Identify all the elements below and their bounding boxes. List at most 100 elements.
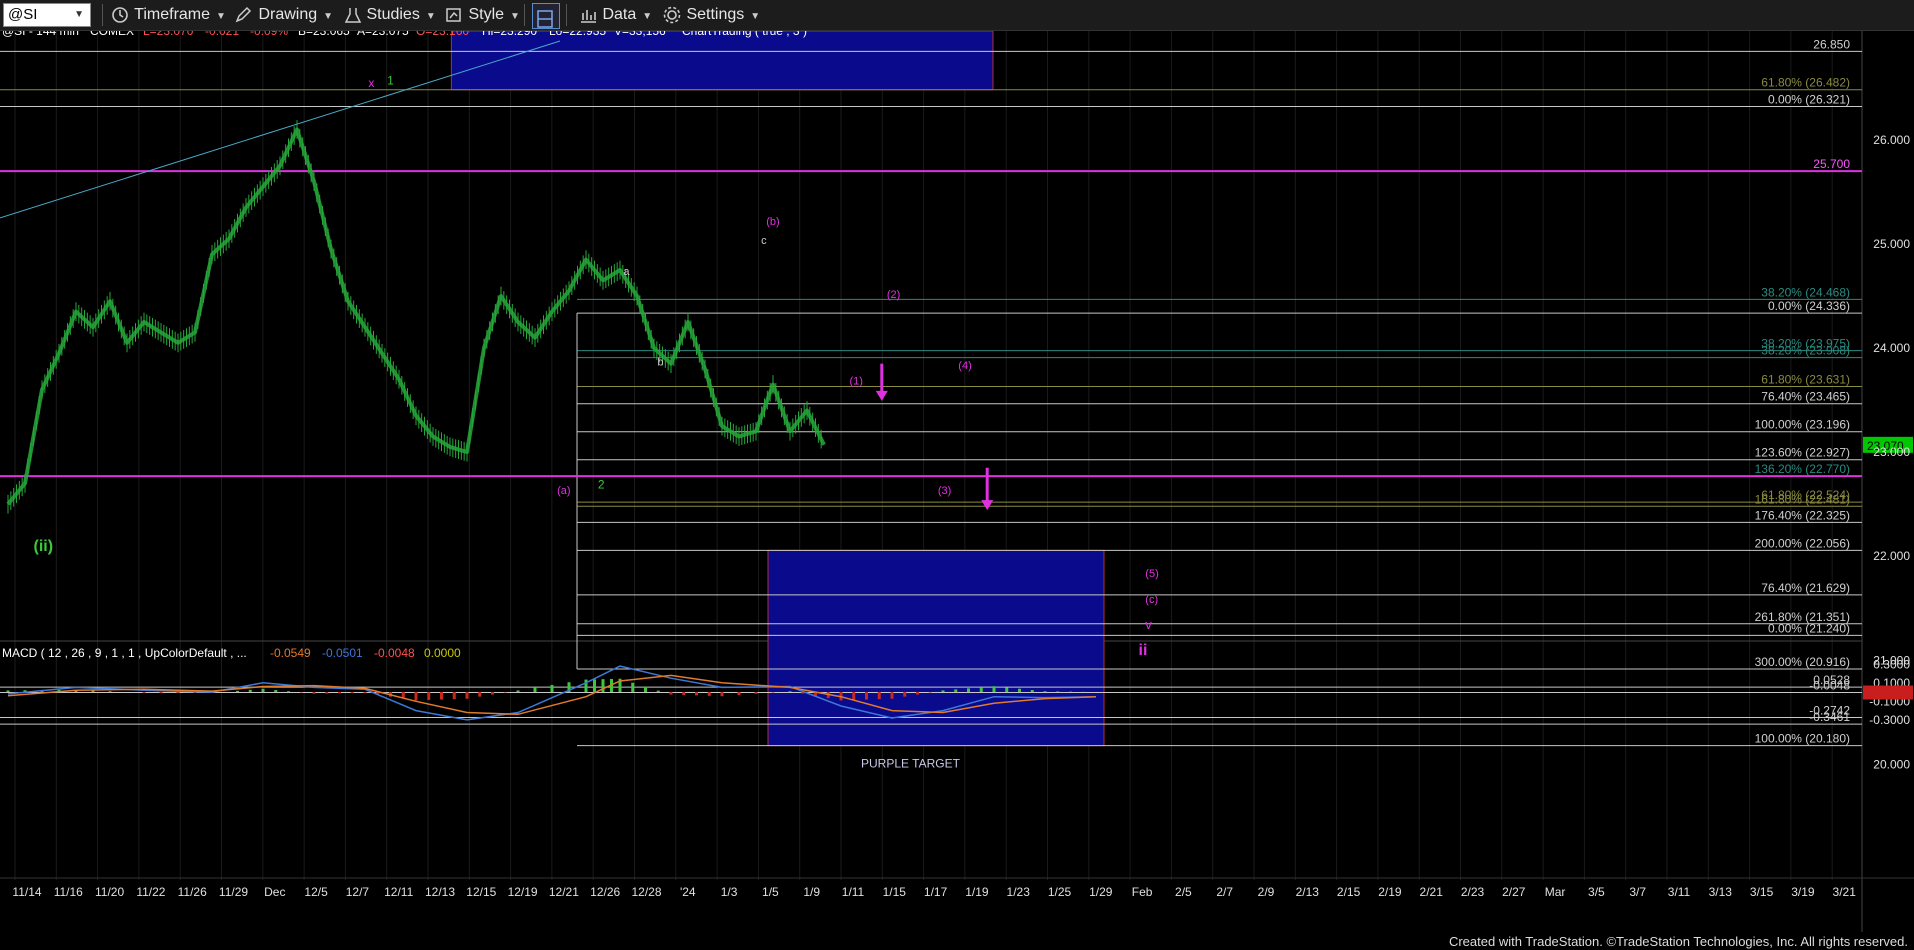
bar-chart-icon [581, 9, 596, 23]
date-tick-label: 1/23 [1007, 885, 1031, 899]
date-tick-label: 12/21 [549, 885, 579, 899]
wave-label: (4) [958, 360, 971, 372]
date-tick-label: 2/13 [1296, 885, 1320, 899]
date-tick-label: 2/21 [1420, 885, 1444, 899]
wave-label: (b) [766, 216, 779, 228]
price-tick-label: 24.000 [1873, 341, 1910, 355]
symbol-input[interactable]: @SI ▼ [3, 3, 91, 27]
date-tick-label: 3/5 [1588, 885, 1605, 899]
style-icon [446, 8, 461, 22]
date-tick-label: 3/19 [1791, 885, 1815, 899]
wave-label: ii [1139, 642, 1148, 659]
date-tick-label: Dec [264, 885, 285, 899]
date-tick-label: 11/16 [54, 885, 83, 899]
date-tick-label: 2/19 [1378, 885, 1402, 899]
wave-label: (2) [887, 289, 900, 301]
macd-value-tag [1863, 685, 1913, 700]
date-tick-label: 1/5 [762, 885, 779, 899]
date-tick-label: 3/13 [1709, 885, 1733, 899]
fib-level-label: 25.700 [1813, 157, 1850, 171]
target-label: PURPLE TARGET [861, 757, 961, 771]
copyright-text: Created with TradeStation. ©TradeStation… [1448, 934, 1908, 949]
date-tick-label: 11/22 [136, 885, 165, 899]
toolbar-divider [524, 4, 525, 26]
symbol-value: @SI [8, 6, 38, 23]
chevron-down-icon: ▼ [323, 11, 334, 22]
status-field: Lo=22.935 [549, 31, 606, 38]
data-label: Data [602, 6, 637, 23]
toolbar-divider [102, 4, 103, 26]
toolbar-divider [566, 4, 567, 26]
status-field: -0.09% [250, 31, 288, 38]
flask-icon [344, 7, 362, 23]
footer: Created with TradeStation. ©TradeStation… [0, 932, 1914, 950]
price-tick-label: 22.000 [1873, 549, 1910, 563]
fib-level-label: 176.40% (22.325) [1755, 508, 1850, 522]
wave-label: x [368, 76, 374, 90]
wave-label: v [1145, 617, 1152, 632]
data-button[interactable]: Data ▼ [578, 0, 652, 30]
clock-icon [112, 6, 128, 23]
wave-label: b [657, 357, 663, 369]
date-tick-label: Mar [1545, 885, 1566, 899]
macd-value: 0.0000 [424, 646, 461, 660]
settings-label: Settings [686, 6, 745, 23]
macd-value: -0.0549 [270, 646, 311, 660]
date-tick-label: 12/26 [590, 885, 620, 899]
macd-tick-label: 0.3000 [1873, 657, 1910, 671]
date-tick-label: 1/19 [965, 885, 989, 899]
wave-label: a [623, 266, 630, 278]
fib-level-label: 100.00% (20.180) [1755, 732, 1850, 746]
date-tick-label: 1/15 [883, 885, 907, 899]
date-tick-label: 3/7 [1629, 885, 1646, 899]
drawing-label: Drawing [258, 6, 318, 23]
date-tick-label: 11/20 [95, 885, 124, 899]
date-tick-label: 12/15 [466, 885, 496, 899]
chevron-down-icon: ▼ [510, 11, 520, 22]
price-tick-label: 26.000 [1873, 133, 1910, 147]
fib-level-label: 61.80% (23.631) [1761, 372, 1850, 386]
settings-button[interactable]: Settings ▼ [662, 0, 760, 30]
fib-level-label: 0.00% (24.336) [1768, 299, 1850, 313]
date-tick-label: 12/28 [631, 885, 661, 899]
chevron-down-icon: ▼ [642, 11, 653, 22]
gear-icon [663, 6, 681, 24]
fib-level-label: 161.80% (22.481) [1755, 492, 1850, 506]
status-field: @SI - 144 min [2, 31, 79, 38]
status-field: ChartTrading ( true , 3 ) [682, 31, 807, 38]
wave-label: (5) [1145, 568, 1158, 580]
wave-label: (ii) [34, 538, 54, 555]
status-field: L=23.070 [143, 31, 194, 38]
fib-level-label: 100.00% (23.196) [1755, 418, 1850, 432]
timeframe-button[interactable]: Timeframe ▼ [110, 0, 226, 30]
trend-line [0, 40, 561, 219]
date-tick-label: 11/29 [219, 885, 248, 899]
fib-level-label: 300.00% (20.916) [1755, 655, 1850, 669]
macd-label: MACD ( 12 , 26 , 9 , 1 , 1 , UpColorDefa… [2, 646, 247, 660]
macd-tick-label: -0.3000 [1869, 713, 1910, 727]
style-button[interactable]: Style ▼ [444, 0, 520, 30]
date-tick-label: 3/21 [1833, 885, 1857, 899]
drawing-button[interactable]: Drawing ▼ [234, 0, 333, 30]
date-tick-label: 12/13 [425, 885, 455, 899]
studies-button[interactable]: Studies ▼ [344, 0, 436, 30]
wave-label: 1 [387, 74, 394, 88]
date-tick-label: 12/7 [346, 885, 370, 899]
layout-toggle-button[interactable] [532, 3, 560, 29]
macd-value: -0.0501 [322, 646, 363, 660]
fib-level-label: 76.40% (21.629) [1761, 581, 1850, 595]
date-tick-label: 2/27 [1502, 885, 1526, 899]
wave-label: (a) [557, 485, 570, 497]
status-field: O=23.160 [416, 31, 469, 38]
date-tick-label: 2/23 [1461, 885, 1485, 899]
macd-value: -0.0048 [374, 646, 415, 660]
status-field: V=33,156 [614, 31, 666, 38]
fib-level-label: 0.00% (26.321) [1768, 92, 1850, 106]
date-tick-label: 3/15 [1750, 885, 1774, 899]
date-tick-label: 12/5 [304, 885, 328, 899]
date-tick-label: 1/9 [803, 885, 820, 899]
date-tick-label: 2/9 [1258, 885, 1275, 899]
price-chart[interactable]: PURPLE TARGET 26.850 61.80% (26.482) 0.00% … [0, 31, 1914, 932]
fib-level-label: 38.20% (24.468) [1761, 285, 1850, 299]
timeframe-label: Timeframe [134, 6, 211, 23]
